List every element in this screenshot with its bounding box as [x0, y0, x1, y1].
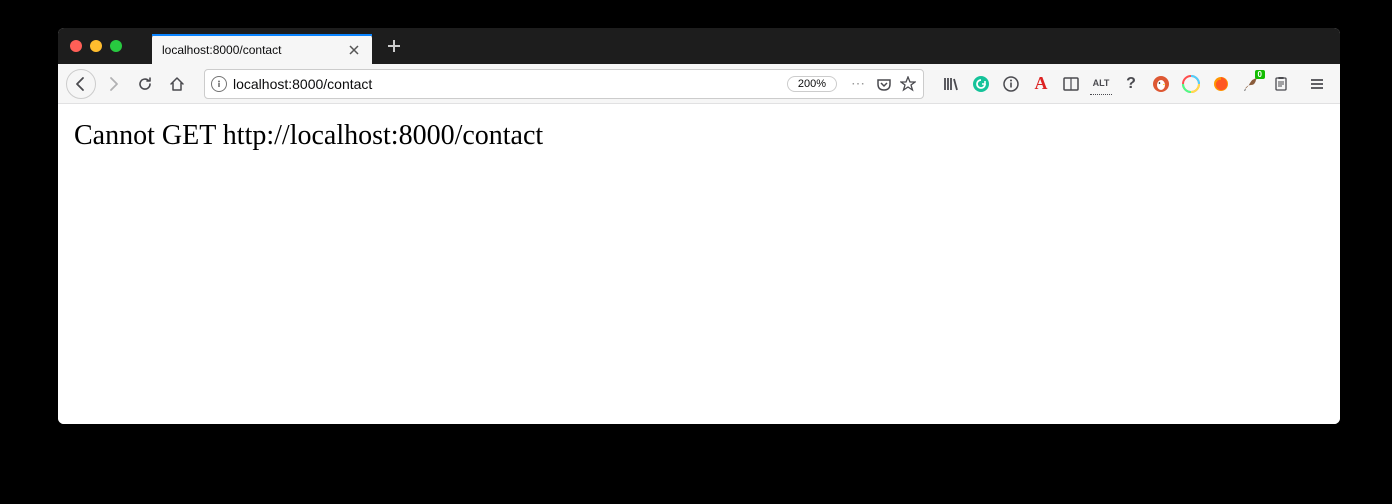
library-icon[interactable]	[940, 73, 962, 95]
home-icon	[169, 76, 185, 92]
bookmark-star-icon[interactable]	[899, 75, 917, 93]
forward-icon	[105, 76, 121, 92]
ext-info-icon[interactable]	[1000, 73, 1022, 95]
stylus-badge: 0	[1255, 70, 1265, 79]
reader-icon[interactable]	[1060, 73, 1082, 95]
window-close-button[interactable]	[70, 40, 82, 52]
browser-window: localhost:8000/contact localhost:8000/co…	[58, 28, 1340, 424]
colorful-icon[interactable]	[1180, 73, 1202, 95]
tab-close-icon[interactable]	[346, 42, 362, 58]
titlebar: localhost:8000/contact	[58, 28, 1340, 64]
home-button[interactable]	[162, 69, 192, 99]
back-icon	[73, 76, 89, 92]
alt-icon[interactable]: ALT	[1090, 73, 1112, 95]
browser-tab[interactable]: localhost:8000/contact	[152, 34, 372, 66]
toolbar: localhost:8000/contact 200% ⋯ A	[58, 64, 1340, 104]
pocket-icon[interactable]	[875, 75, 893, 93]
tab-title: localhost:8000/contact	[162, 43, 346, 57]
font-letter-icon[interactable]: A	[1030, 73, 1052, 95]
reload-button[interactable]	[130, 69, 160, 99]
back-button[interactable]	[66, 69, 96, 99]
new-tab-button[interactable]	[380, 32, 408, 60]
traffic-lights	[70, 40, 122, 52]
grammarly-icon[interactable]	[970, 73, 992, 95]
page-content: Cannot GET http://localhost:8000/contact	[58, 104, 1340, 424]
firefox-icon[interactable]	[1210, 73, 1232, 95]
window-minimize-button[interactable]	[90, 40, 102, 52]
duckduckgo-icon[interactable]	[1150, 73, 1172, 95]
site-info-icon[interactable]	[211, 76, 227, 92]
extension-icons: A ALT ? 0	[936, 73, 1332, 95]
hamburger-menu-icon[interactable]	[1306, 73, 1328, 95]
reload-icon	[137, 76, 153, 92]
clipboard-icon[interactable]	[1270, 73, 1292, 95]
zoom-badge[interactable]: 200%	[787, 76, 837, 92]
error-message: Cannot GET http://localhost:8000/contact	[74, 120, 1324, 152]
stylus-icon[interactable]: 0	[1240, 73, 1262, 95]
url-bar[interactable]: localhost:8000/contact 200% ⋯	[204, 69, 924, 99]
forward-button	[98, 69, 128, 99]
tab-active-indicator	[152, 34, 372, 36]
window-maximize-button[interactable]	[110, 40, 122, 52]
help-icon[interactable]: ?	[1120, 73, 1142, 95]
url-text: localhost:8000/contact	[233, 76, 781, 92]
url-separator: ⋯	[851, 75, 865, 92]
